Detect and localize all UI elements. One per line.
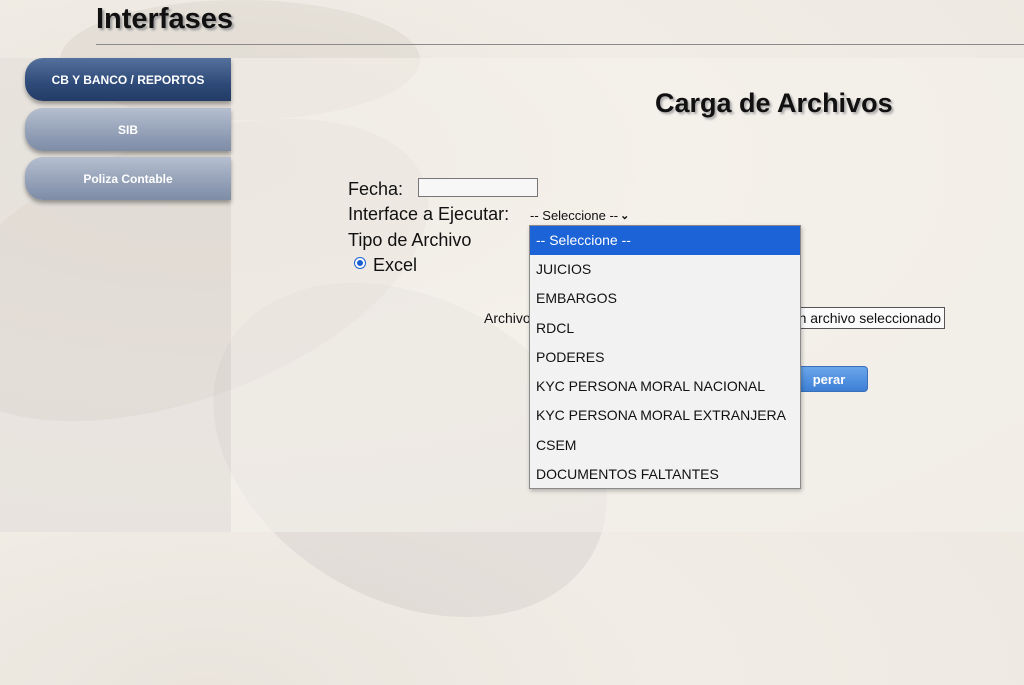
- sidebar-item-poliza-contable[interactable]: Poliza Contable: [25, 157, 231, 200]
- header-divider: [96, 44, 1024, 45]
- app-title: Interfases: [96, 3, 234, 35]
- file-status-text: n archivo seleccionado: [798, 310, 941, 326]
- excel-radio[interactable]: [354, 257, 366, 269]
- process-button-label: perar: [812, 371, 846, 387]
- sidebar-item-cb-banco-reportos[interactable]: CB Y BANCO / REPORTOS: [25, 58, 231, 101]
- dropdown-option[interactable]: KYC PERSONA MORAL EXTRANJERA: [530, 401, 800, 430]
- dropdown-option[interactable]: PODERES: [530, 343, 800, 372]
- page-title: Carga de Archivos: [655, 88, 893, 118]
- dropdown-option[interactable]: EMBARGOS: [530, 284, 800, 313]
- dropdown-option[interactable]: -- Seleccione --: [530, 226, 800, 255]
- archivo-label: Archivo: [484, 310, 531, 326]
- sidebar-item-sib[interactable]: SIB: [25, 108, 231, 151]
- interface-select[interactable]: -- Seleccione -- ⌄: [530, 206, 648, 224]
- dropdown-option[interactable]: RDCL: [530, 314, 800, 343]
- interface-dropdown-list: -- Seleccione -- JUICIOS EMBARGOS RDCL P…: [529, 225, 801, 489]
- dropdown-option[interactable]: DOCUMENTOS FALTANTES: [530, 460, 800, 489]
- dropdown-option[interactable]: JUICIOS: [530, 255, 800, 284]
- excel-radio-label: Excel: [373, 255, 418, 275]
- dropdown-option[interactable]: KYC PERSONA MORAL NACIONAL: [530, 372, 800, 401]
- fecha-label: Fecha:: [348, 179, 404, 199]
- chevron-down-icon: ⌄: [620, 209, 630, 222]
- tipo-archivo-label: Tipo de Archivo: [348, 230, 472, 250]
- dropdown-option[interactable]: CSEM: [530, 431, 800, 460]
- fecha-field[interactable]: [418, 178, 538, 197]
- interface-selected-value: -- Seleccione --: [530, 207, 619, 223]
- interface-label: Interface a Ejecutar:: [348, 204, 510, 224]
